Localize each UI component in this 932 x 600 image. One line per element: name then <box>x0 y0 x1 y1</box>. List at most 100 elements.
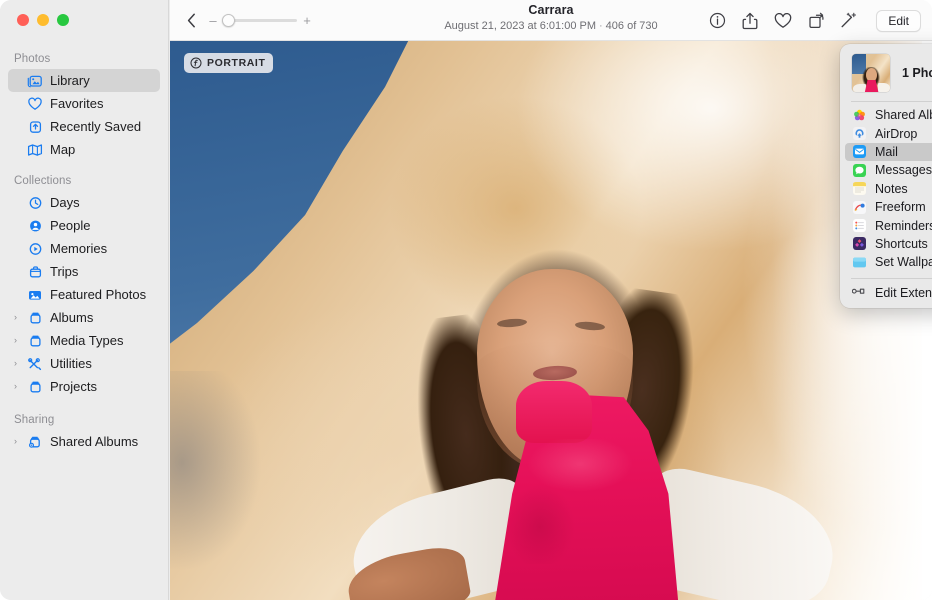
chevron-right-icon[interactable]: › <box>14 336 25 345</box>
sidebar-item-people[interactable]: › People <box>8 214 160 237</box>
share-item-reminders[interactable]: Reminders <box>845 216 932 234</box>
sidebar-item-label: Favorites <box>50 96 103 111</box>
sidebar-section-header-sharing: Sharing <box>0 398 168 430</box>
photo-viewer[interactable]: PORTRAIT <box>170 41 932 600</box>
popover-header-label: 1 Photo Selected <box>902 66 932 80</box>
utilities-tools-icon <box>26 356 44 372</box>
airdrop-icon <box>851 127 867 141</box>
share-icon[interactable] <box>740 11 760 31</box>
sidebar-item-label: Featured Photos <box>50 287 146 302</box>
share-item-freeform[interactable]: Freeform <box>845 198 932 216</box>
shortcuts-app-icon <box>851 237 867 251</box>
sidebar-item-shared-albums[interactable]: › Shared Albums <box>8 430 160 453</box>
map-icon <box>26 142 44 158</box>
extensions-icon <box>851 286 867 300</box>
maximize-window-button[interactable] <box>57 14 69 26</box>
window-traffic-lights <box>17 14 69 26</box>
favorite-heart-icon[interactable] <box>773 11 793 31</box>
sidebar-item-favorites[interactable]: › Favorites <box>8 92 160 115</box>
share-item-label: Shortcuts <box>875 237 928 251</box>
photo-subject-shirt-folds <box>500 439 660 564</box>
chevron-right-icon[interactable]: › <box>14 359 25 368</box>
sidebar-item-label: Shared Albums <box>50 434 138 449</box>
sidebar-item-library[interactable]: › Library <box>8 69 160 92</box>
album-icon <box>26 333 44 349</box>
messages-app-icon <box>851 163 867 177</box>
mail-app-icon <box>851 145 867 159</box>
share-item-label: Mail <box>875 145 898 159</box>
minimize-window-button[interactable] <box>37 14 49 26</box>
sidebar-item-projects[interactable]: › Projects <box>8 375 160 398</box>
thumbnail-sleeve-left <box>853 84 866 92</box>
popover-footer: Edit Extensions… <box>840 279 932 302</box>
main-content: – + Carrara August 21, 2023 at 6:01:00 P… <box>170 0 932 600</box>
toolbar: – + Carrara August 21, 2023 at 6:01:00 P… <box>170 0 932 41</box>
sidebar-scroll-area[interactable]: Photos › Library › Favorites › <box>0 46 168 600</box>
metadata-separator: · <box>596 20 606 32</box>
zoom-slider[interactable]: – + <box>208 14 312 27</box>
zoom-slider-track[interactable] <box>223 19 297 22</box>
zoom-out-label[interactable]: – <box>208 14 218 27</box>
photo-subject-collar <box>516 381 592 443</box>
edit-button[interactable]: Edit <box>876 10 921 32</box>
sidebar-item-map[interactable]: › Map <box>8 138 160 161</box>
info-icon[interactable] <box>707 11 727 31</box>
sidebar-item-recently-saved[interactable]: › Recently Saved <box>8 115 160 138</box>
edit-extensions-button[interactable]: Edit Extensions… <box>845 284 932 302</box>
heart-icon <box>26 96 44 112</box>
toolbar-actions: Edit <box>707 0 921 41</box>
auto-enhance-wand-icon[interactable] <box>839 11 859 31</box>
sidebar-item-utilities[interactable]: › Utilities <box>8 352 160 375</box>
zoom-in-label[interactable]: + <box>302 14 312 27</box>
share-item-notes[interactable]: Notes <box>845 180 932 198</box>
share-item-shortcuts[interactable]: Shortcuts <box>845 235 932 253</box>
share-item-label: Notes <box>875 182 908 196</box>
sidebar-item-label: People <box>50 218 90 233</box>
share-item-airdrop[interactable]: AirDrop <box>845 124 932 142</box>
share-item-mail[interactable]: Mail <box>845 143 932 161</box>
set-wallpaper-icon <box>851 255 867 269</box>
library-icon <box>26 73 44 89</box>
sidebar-item-label: Map <box>50 142 75 157</box>
sidebar-section-header-photos: Photos <box>0 46 168 69</box>
chevron-right-icon[interactable]: › <box>14 382 25 391</box>
back-button[interactable] <box>180 9 202 31</box>
popover-header: 1 Photo Selected <box>840 50 932 101</box>
sidebar-item-memories[interactable]: › Memories <box>8 237 160 260</box>
sidebar-item-albums[interactable]: › Albums <box>8 306 160 329</box>
share-item-label: Reminders <box>875 219 932 233</box>
chevron-right-icon[interactable]: › <box>14 437 25 446</box>
share-item-label: Messages <box>875 163 932 177</box>
sidebar-item-label: Utilities <box>50 356 92 371</box>
clock-icon <box>26 195 44 211</box>
rotate-icon[interactable] <box>806 11 826 31</box>
sidebar-item-featured-photos[interactable]: › Featured Photos <box>8 283 160 306</box>
sidebar-item-label: Projects <box>50 379 97 394</box>
sidebar-item-label: Media Types <box>50 333 123 348</box>
zoom-slider-thumb[interactable] <box>222 14 235 27</box>
portrait-badge-label: PORTRAIT <box>207 57 265 69</box>
photo-counter: 406 of 730 <box>606 20 658 32</box>
share-item-shared-albums[interactable]: Shared Albums <box>845 106 932 124</box>
sidebar-item-trips[interactable]: › Trips <box>8 260 160 283</box>
close-window-button[interactable] <box>17 14 29 26</box>
share-item-messages[interactable]: Messages <box>845 161 932 179</box>
photos-app-icon <box>851 108 867 122</box>
portrait-badge[interactable]: PORTRAIT <box>184 53 273 73</box>
sidebar-item-label: Albums <box>50 310 93 325</box>
album-icon <box>26 379 44 395</box>
shared-album-icon <box>26 434 44 450</box>
share-item-label: Set Wallpaper <box>875 255 932 269</box>
sidebar-item-media-types[interactable]: › Media Types <box>8 329 160 352</box>
share-item-label: Shared Albums <box>875 108 932 122</box>
sidebar-item-days[interactable]: › Days <box>8 191 160 214</box>
featured-photo-icon <box>26 287 44 303</box>
sidebar-item-label: Trips <box>50 264 78 279</box>
share-popover[interactable]: 1 Photo Selected Shared Albums AirDrop <box>840 44 932 308</box>
share-item-set-wallpaper[interactable]: Set Wallpaper <box>845 253 932 271</box>
aperture-f-icon <box>190 57 202 69</box>
share-item-label: Freeform <box>875 200 926 214</box>
sidebar-section-header-collections: Collections <box>0 161 168 191</box>
share-item-label: AirDrop <box>875 127 917 141</box>
chevron-right-icon[interactable]: › <box>14 313 25 322</box>
